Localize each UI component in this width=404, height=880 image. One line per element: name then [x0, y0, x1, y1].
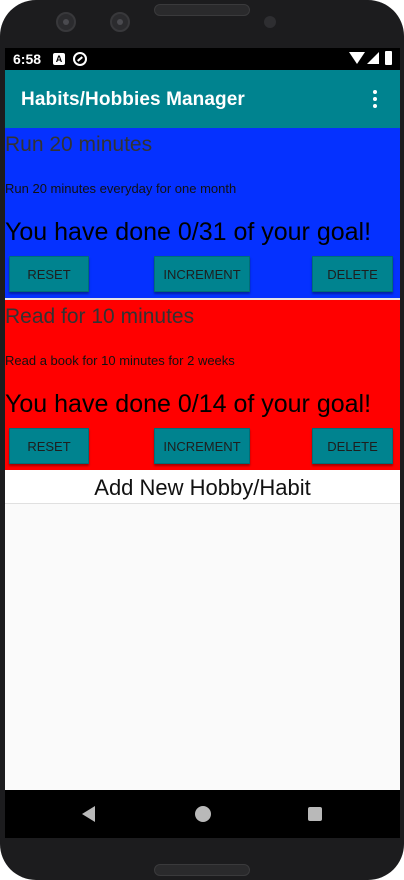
- more-vert-icon[interactable]: [371, 90, 379, 112]
- reset-button[interactable]: RESET: [9, 428, 89, 464]
- device-frame: 6:58 A Habits/Hobbies Manager Run 20 min…: [0, 0, 404, 880]
- front-sensor-icon: [110, 12, 130, 32]
- app-title: Habits/Hobbies Manager: [21, 89, 245, 110]
- increment-button[interactable]: INCREMENT: [154, 428, 250, 464]
- add-habit-button[interactable]: Add New Hobby/Habit: [5, 470, 400, 504]
- habit-card: Run 20 minutes Run 20 minutes everyday f…: [5, 128, 400, 298]
- front-camera-icon: [56, 12, 76, 32]
- app-bar: Habits/Hobbies Manager: [5, 70, 400, 128]
- recents-icon[interactable]: [308, 807, 322, 821]
- habit-card: Read for 10 minutes Read a book for 10 m…: [5, 300, 400, 470]
- status-time: 6:58: [13, 51, 42, 67]
- habit-title: Run 20 minutes: [5, 133, 153, 156]
- a-notification-icon: A: [53, 53, 65, 65]
- delete-button[interactable]: DELETE: [312, 256, 393, 292]
- reset-button[interactable]: RESET: [9, 256, 89, 292]
- habit-progress: You have done 0/31 of your goal!: [5, 218, 372, 246]
- screen: 6:58 A Habits/Hobbies Manager Run 20 min…: [5, 48, 400, 790]
- battery-icon: [385, 51, 392, 65]
- increment-button[interactable]: INCREMENT: [154, 256, 250, 292]
- habit-title: Read for 10 minutes: [5, 305, 195, 328]
- bottom-speaker: [154, 864, 250, 876]
- proximity-sensor: [264, 16, 276, 28]
- signal-icon: [367, 52, 379, 64]
- home-icon[interactable]: [195, 806, 211, 822]
- habit-description: Run 20 minutes everyday for one month: [5, 181, 237, 196]
- wifi-icon: [349, 52, 365, 64]
- back-icon[interactable]: [82, 806, 95, 822]
- navigation-bar: [5, 790, 400, 838]
- earpiece-speaker: [154, 4, 250, 16]
- status-bar: 6:58 A: [5, 48, 400, 70]
- habit-list: Run 20 minutes Run 20 minutes everyday f…: [5, 128, 400, 504]
- add-habit-label: Add New Hobby/Habit: [94, 475, 311, 500]
- delete-button[interactable]: DELETE: [312, 428, 393, 464]
- sync-icon: [73, 52, 87, 66]
- habit-progress: You have done 0/14 of your goal!: [5, 390, 372, 418]
- habit-description: Read a book for 10 minutes for 2 weeks: [5, 353, 235, 368]
